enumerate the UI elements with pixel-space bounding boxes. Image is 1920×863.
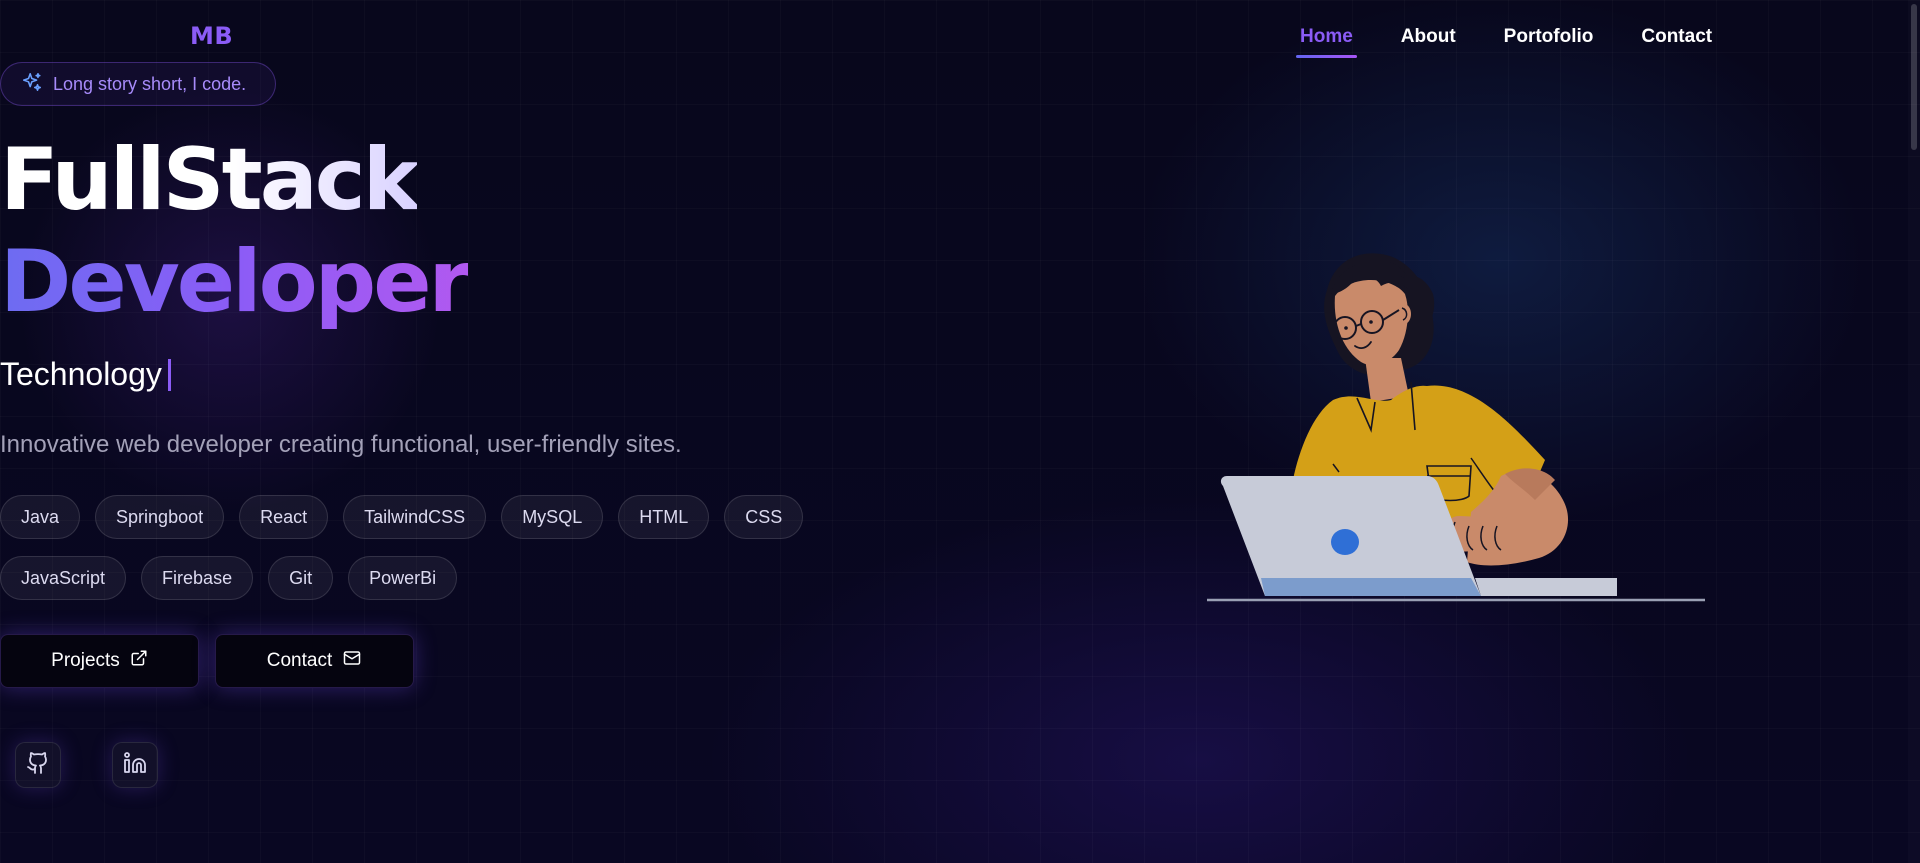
hero-title-line-1: FullStack (0, 130, 420, 230)
portfolio-page: MB Home About Portofolio Contact Long st… (0, 0, 1920, 863)
intro-badge: Long story short, I code. (0, 62, 276, 106)
woman-at-laptop-icon (1207, 253, 1705, 602)
page-scrollbar[interactable] (1908, 0, 1920, 863)
badge-text: Long story short, I code. (53, 73, 247, 94)
developer-illustration (1205, 250, 1707, 625)
skill-chip: HTML (618, 495, 710, 539)
hero-title-line-2: Developer (0, 232, 471, 332)
linkedin-icon (123, 751, 147, 779)
main-nav: Home About Portofolio Contact (1296, 24, 1756, 58)
logo[interactable]: MB (190, 22, 233, 50)
skill-chip: PowerBi (348, 556, 458, 600)
typed-word: Technology (0, 356, 162, 392)
projects-button[interactable]: Projects (0, 634, 199, 688)
github-icon (26, 751, 50, 779)
nav-item-about[interactable]: About (1397, 24, 1460, 58)
skill-chip: MySQL (501, 495, 604, 539)
nav-item-portofolio[interactable]: Portofolio (1500, 24, 1598, 58)
external-link-icon (130, 649, 148, 673)
skill-chips: Java Springboot React TailwindCSS MySQL … (0, 495, 840, 600)
scrollbar-thumb[interactable] (1911, 4, 1917, 150)
projects-button-label: Projects (51, 650, 120, 671)
typed-text: Technology (0, 356, 171, 393)
skill-chip: JavaScript (0, 556, 127, 600)
skill-chip: Git (268, 556, 334, 600)
contact-button[interactable]: Contact (215, 634, 414, 688)
contact-button-label: Contact (266, 650, 333, 671)
sparkles-icon (21, 71, 43, 97)
skill-chip: CSS (724, 495, 804, 539)
skill-chip: React (239, 495, 329, 539)
github-link[interactable] (15, 742, 61, 788)
nav-item-home[interactable]: Home (1296, 24, 1357, 58)
hero-tagline: Innovative web developer creating functi… (0, 431, 682, 458)
skill-chip: Java (0, 495, 81, 539)
typing-caret (167, 358, 171, 391)
linkedin-link[interactable] (112, 742, 158, 788)
skill-chip: Springboot (95, 495, 225, 539)
nav-item-contact[interactable]: Contact (1637, 24, 1716, 58)
skill-chip: Firebase (141, 556, 254, 600)
mail-icon (342, 649, 362, 673)
skill-chip: TailwindCSS (343, 495, 487, 539)
